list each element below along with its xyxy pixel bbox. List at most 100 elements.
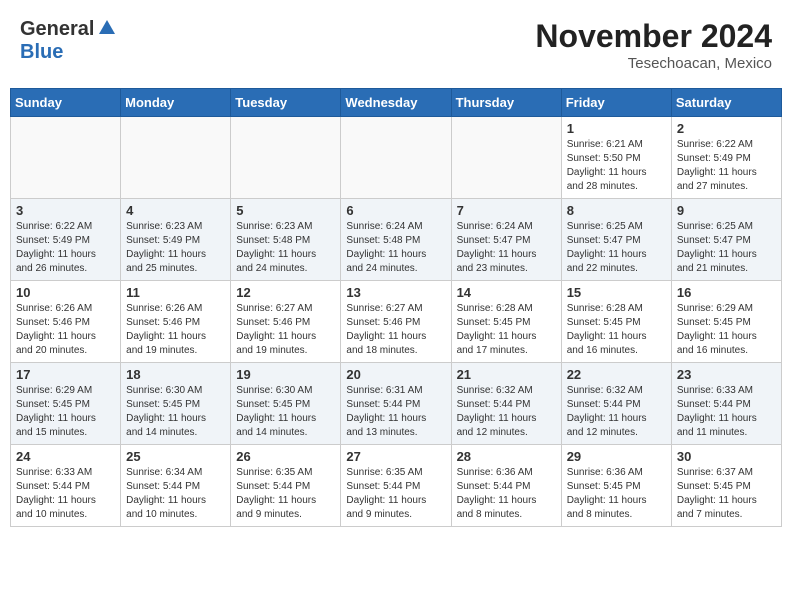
day-cell-15: 15 Sunrise: 6:28 AM Sunset: 5:45 PM Dayli… (561, 281, 671, 363)
day-info: Sunrise: 6:24 AM Sunset: 5:48 PM Dayligh… (346, 220, 445, 276)
empty-cell (11, 117, 121, 199)
day-info: Sunrise: 6:33 AM Sunset: 5:44 PM Dayligh… (677, 384, 776, 440)
day-info: Sunrise: 6:33 AM Sunset: 5:44 PM Dayligh… (16, 466, 115, 522)
day-info: Sunrise: 6:36 AM Sunset: 5:45 PM Dayligh… (567, 466, 666, 522)
day-number: 27 (346, 449, 445, 464)
day-cell-24: 24 Sunrise: 6:33 AM Sunset: 5:44 PM Dayli… (11, 445, 121, 527)
title-section: November 2024 Tesechoacan, Mexico (535, 18, 772, 72)
empty-cell (121, 117, 231, 199)
day-number: 9 (677, 203, 776, 218)
day-cell-29: 29Sunrise: 6:36 AM Sunset: 5:45 PM Dayli… (561, 445, 671, 527)
day-number: 2 (677, 121, 776, 136)
empty-cell (231, 117, 341, 199)
day-number: 17 (16, 367, 115, 382)
day-info: Sunrise: 6:21 AM Sunset: 5:50 PM Dayligh… (567, 138, 666, 194)
day-info: Sunrise: 6:30 AM Sunset: 5:45 PM Dayligh… (126, 384, 225, 440)
day-number: 18 (126, 367, 225, 382)
day-cell-16: 16Sunrise: 6:29 AM Sunset: 5:45 PM Dayli… (671, 281, 781, 363)
calendar-week-2: 3 Sunrise: 6:22 AM Sunset: 5:49 PM Daylig… (11, 199, 782, 281)
day-number: 16 (677, 285, 776, 300)
col-friday: Friday (561, 89, 671, 117)
day-cell-20: 20 Sunrise: 6:31 AM Sunset: 5:44 PM Dayli… (341, 363, 451, 445)
day-info: Sunrise: 6:30 AM Sunset: 5:45 PM Dayligh… (236, 384, 335, 440)
day-number: 30 (677, 449, 776, 464)
logo-triangle-icon (98, 18, 116, 41)
day-info: Sunrise: 6:37 AM Sunset: 5:45 PM Dayligh… (677, 466, 776, 522)
day-cell-22: 22 Sunrise: 6:32 AM Sunset: 5:44 PM Dayli… (561, 363, 671, 445)
day-cell-11: 11 Sunrise: 6:26 AM Sunset: 5:46 PM Dayli… (121, 281, 231, 363)
day-number: 25 (126, 449, 225, 464)
day-cell-6: 6 Sunrise: 6:24 AM Sunset: 5:48 PM Daylig… (341, 199, 451, 281)
day-info: Sunrise: 6:22 AM Sunset: 5:49 PM Dayligh… (16, 220, 115, 276)
day-cell-10: 10 Sunrise: 6:26 AM Sunset: 5:46 PM Dayli… (11, 281, 121, 363)
col-tuesday: Tuesday (231, 89, 341, 117)
day-info: Sunrise: 6:28 AM Sunset: 5:45 PM Dayligh… (457, 302, 556, 358)
day-info: Sunrise: 6:35 AM Sunset: 5:44 PM Dayligh… (346, 466, 445, 522)
page-header: General Blue November 2024 Tesechoacan, … (10, 10, 782, 80)
day-number: 10 (16, 285, 115, 300)
day-cell-3: 3 Sunrise: 6:22 AM Sunset: 5:49 PM Daylig… (11, 199, 121, 281)
day-cell-18: 18 Sunrise: 6:30 AM Sunset: 5:45 PM Dayli… (121, 363, 231, 445)
day-number: 12 (236, 285, 335, 300)
day-cell-13: 13Sunrise: 6:27 AM Sunset: 5:46 PM Dayli… (341, 281, 451, 363)
day-number: 11 (126, 285, 225, 300)
day-number: 26 (236, 449, 335, 464)
day-cell-25: 25 Sunrise: 6:34 AM Sunset: 5:44 PM Dayli… (121, 445, 231, 527)
day-number: 21 (457, 367, 556, 382)
day-number: 22 (567, 367, 666, 382)
calendar-header-row: Sunday Monday Tuesday Wednesday Thursday… (11, 89, 782, 117)
logo-general-text: General (20, 18, 94, 41)
day-number: 23 (677, 367, 776, 382)
calendar-table: Sunday Monday Tuesday Wednesday Thursday… (10, 88, 782, 527)
day-info: Sunrise: 6:35 AM Sunset: 5:44 PM Dayligh… (236, 466, 335, 522)
calendar-week-1: 1 Sunrise: 6:21 AM Sunset: 5:50 PM Daylig… (11, 117, 782, 199)
day-cell-26: 26 Sunrise: 6:35 AM Sunset: 5:44 PM Dayli… (231, 445, 341, 527)
day-info: Sunrise: 6:28 AM Sunset: 5:45 PM Dayligh… (567, 302, 666, 358)
day-cell-4: 4Sunrise: 6:23 AM Sunset: 5:49 PM Daylig… (121, 199, 231, 281)
day-cell-21: 21 Sunrise: 6:32 AM Sunset: 5:44 PM Dayli… (451, 363, 561, 445)
day-cell-27: 27 Sunrise: 6:35 AM Sunset: 5:44 PM Dayli… (341, 445, 451, 527)
calendar-week-3: 10 Sunrise: 6:26 AM Sunset: 5:46 PM Dayli… (11, 281, 782, 363)
day-cell-2: 2 Sunrise: 6:22 AM Sunset: 5:49 PM Daylig… (671, 117, 781, 199)
day-number: 19 (236, 367, 335, 382)
day-info: Sunrise: 6:26 AM Sunset: 5:46 PM Dayligh… (126, 302, 225, 358)
day-number: 1 (567, 121, 666, 136)
day-cell-30: 30 Sunrise: 6:37 AM Sunset: 5:45 PM Dayli… (671, 445, 781, 527)
day-info: Sunrise: 6:31 AM Sunset: 5:44 PM Dayligh… (346, 384, 445, 440)
day-number: 14 (457, 285, 556, 300)
day-number: 3 (16, 203, 115, 218)
day-info: Sunrise: 6:24 AM Sunset: 5:47 PM Dayligh… (457, 220, 556, 276)
day-number: 5 (236, 203, 335, 218)
day-cell-9: 9 Sunrise: 6:25 AM Sunset: 5:47 PM Daylig… (671, 199, 781, 281)
location-subtitle: Tesechoacan, Mexico (535, 55, 772, 72)
day-number: 24 (16, 449, 115, 464)
day-cell-17: 17Sunrise: 6:29 AM Sunset: 5:45 PM Dayli… (11, 363, 121, 445)
day-info: Sunrise: 6:23 AM Sunset: 5:49 PM Dayligh… (126, 220, 225, 276)
month-title: November 2024 (535, 18, 772, 55)
col-sunday: Sunday (11, 89, 121, 117)
day-cell-23: 23 Sunrise: 6:33 AM Sunset: 5:44 PM Dayli… (671, 363, 781, 445)
day-cell-19: 19 Sunrise: 6:30 AM Sunset: 5:45 PM Dayli… (231, 363, 341, 445)
day-cell-1: 1 Sunrise: 6:21 AM Sunset: 5:50 PM Daylig… (561, 117, 671, 199)
col-monday: Monday (121, 89, 231, 117)
calendar-week-4: 17Sunrise: 6:29 AM Sunset: 5:45 PM Dayli… (11, 363, 782, 445)
day-number: 15 (567, 285, 666, 300)
day-info: Sunrise: 6:25 AM Sunset: 5:47 PM Dayligh… (567, 220, 666, 276)
day-cell-28: 28Sunrise: 6:36 AM Sunset: 5:44 PM Dayli… (451, 445, 561, 527)
empty-cell (451, 117, 561, 199)
day-info: Sunrise: 6:32 AM Sunset: 5:44 PM Dayligh… (567, 384, 666, 440)
day-number: 20 (346, 367, 445, 382)
day-info: Sunrise: 6:32 AM Sunset: 5:44 PM Dayligh… (457, 384, 556, 440)
col-wednesday: Wednesday (341, 89, 451, 117)
empty-cell (341, 117, 451, 199)
day-info: Sunrise: 6:25 AM Sunset: 5:47 PM Dayligh… (677, 220, 776, 276)
day-number: 6 (346, 203, 445, 218)
day-cell-7: 7Sunrise: 6:24 AM Sunset: 5:47 PM Daylig… (451, 199, 561, 281)
day-info: Sunrise: 6:23 AM Sunset: 5:48 PM Dayligh… (236, 220, 335, 276)
calendar-week-5: 24 Sunrise: 6:33 AM Sunset: 5:44 PM Dayli… (11, 445, 782, 527)
day-info: Sunrise: 6:22 AM Sunset: 5:49 PM Dayligh… (677, 138, 776, 194)
day-info: Sunrise: 6:27 AM Sunset: 5:46 PM Dayligh… (236, 302, 335, 358)
day-info: Sunrise: 6:34 AM Sunset: 5:44 PM Dayligh… (126, 466, 225, 522)
day-info: Sunrise: 6:26 AM Sunset: 5:46 PM Dayligh… (16, 302, 115, 358)
col-thursday: Thursday (451, 89, 561, 117)
